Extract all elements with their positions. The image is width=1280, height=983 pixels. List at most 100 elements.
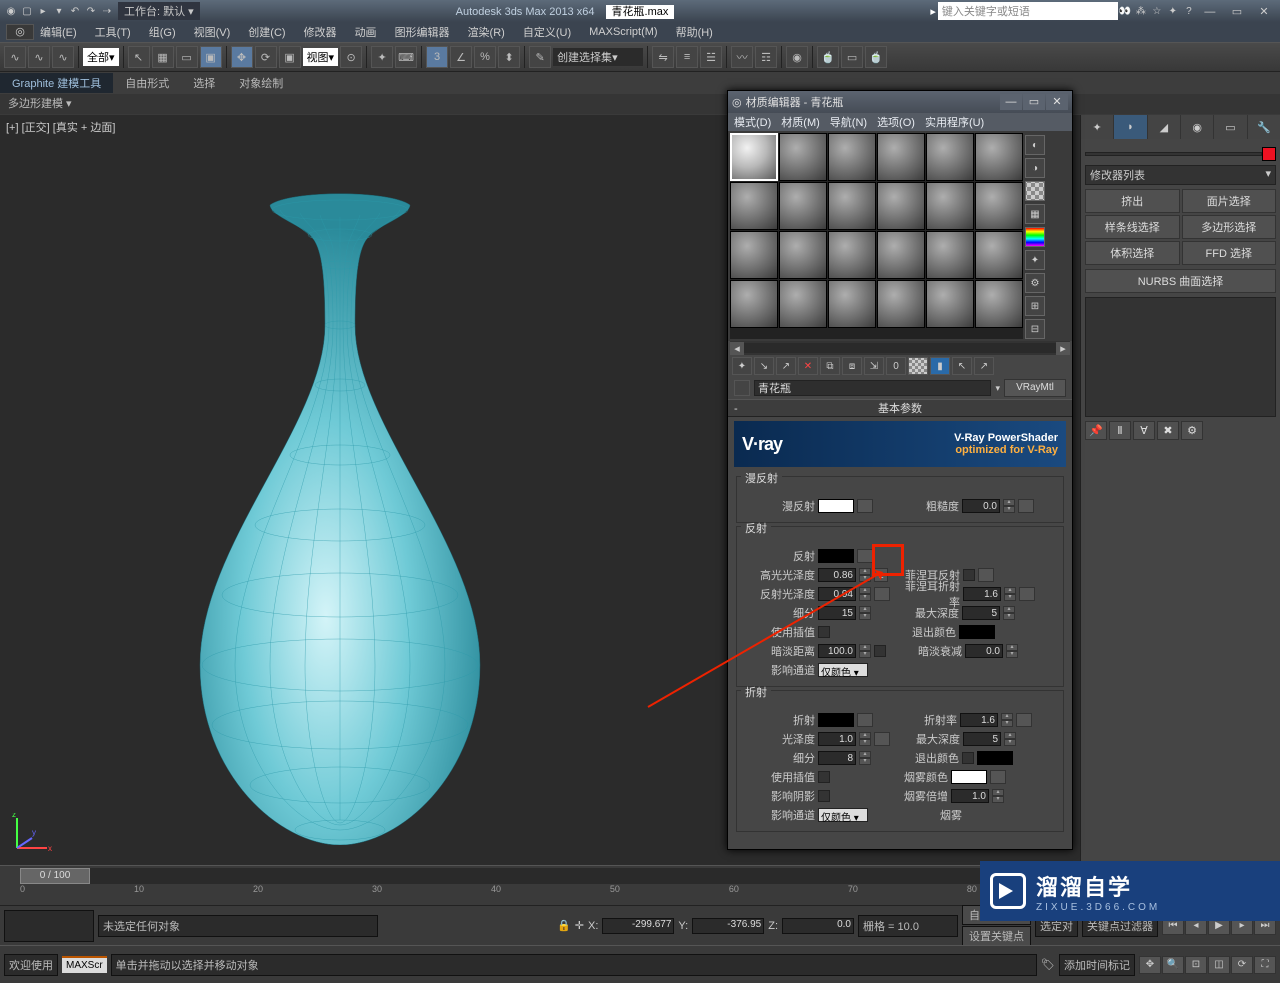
sample-type-icon[interactable]: ◐ bbox=[1025, 135, 1045, 155]
select-rect-icon[interactable]: ▭ bbox=[176, 46, 198, 68]
material-slot-5[interactable] bbox=[926, 133, 974, 181]
ribbon-subbar[interactable]: 多边形建模 ▾ bbox=[0, 94, 1280, 114]
menu-animation[interactable]: 动画 bbox=[355, 24, 377, 40]
matmap-nav-icon[interactable]: ⊟ bbox=[1025, 319, 1045, 339]
viewnav-zoomext-icon[interactable]: ⊡ bbox=[1185, 956, 1207, 974]
viewnav-fov-icon[interactable]: ◫ bbox=[1208, 956, 1230, 974]
time-slider-thumb[interactable]: 0 / 100 bbox=[20, 868, 90, 884]
render-frame-icon[interactable]: ▭ bbox=[841, 46, 863, 68]
refl-maxdepth-value[interactable]: 5 bbox=[962, 606, 1000, 620]
scale-icon[interactable]: ▣ bbox=[279, 46, 301, 68]
render-setup-icon[interactable]: 🍵 bbox=[817, 46, 839, 68]
refract-maxdepth-value[interactable]: 5 bbox=[963, 732, 1001, 746]
material-slot[interactable] bbox=[779, 182, 827, 230]
dim-dist-checkbox[interactable] bbox=[874, 645, 886, 657]
refl-subdiv-spinner[interactable]: ▴▾ bbox=[859, 606, 871, 620]
mod-btn-ffdsel[interactable]: FFD 选择 bbox=[1182, 241, 1277, 265]
menu-maxscript[interactable]: MAXScript(M) bbox=[589, 26, 657, 38]
align-icon[interactable]: ≡ bbox=[676, 46, 698, 68]
material-slot[interactable] bbox=[730, 231, 778, 279]
lock-icon[interactable]: 🔒 bbox=[557, 919, 571, 932]
refract-subdiv-spinner[interactable]: ▴▾ bbox=[859, 751, 871, 765]
material-slot-2[interactable] bbox=[779, 133, 827, 181]
add-time-tag[interactable]: 添加时间标记 bbox=[1059, 954, 1135, 976]
select-name-icon[interactable]: ▦ bbox=[152, 46, 174, 68]
material-slot[interactable] bbox=[975, 280, 1023, 328]
refract-map-button[interactable] bbox=[857, 713, 873, 727]
refl-subdiv-value[interactable]: 15 bbox=[818, 606, 856, 620]
refract-ior-value[interactable]: 1.6 bbox=[960, 713, 998, 727]
select-icon[interactable]: ↖ bbox=[128, 46, 150, 68]
material-slot-6[interactable] bbox=[975, 133, 1023, 181]
schematic-icon[interactable]: ☶ bbox=[755, 46, 777, 68]
help-d-icon[interactable]: ? bbox=[1182, 4, 1196, 18]
tab-motion-icon[interactable]: ◉ bbox=[1181, 115, 1213, 139]
dim-fall-spinner[interactable]: ▴▾ bbox=[1006, 644, 1018, 658]
fresnel-ior-value[interactable]: 1.6 bbox=[963, 587, 1001, 601]
mod-btn-splinesel[interactable]: 样条线选择 bbox=[1085, 215, 1180, 239]
link-icon[interactable]: ⇢ bbox=[100, 4, 114, 18]
matmenu-nav[interactable]: 导航(N) bbox=[830, 114, 867, 130]
diffuse-color-swatch[interactable] bbox=[818, 499, 854, 513]
modifier-stack[interactable] bbox=[1085, 297, 1276, 417]
stack-config-icon[interactable]: ⚙ bbox=[1181, 421, 1203, 440]
tab-modify-icon[interactable]: ◗ bbox=[1114, 115, 1146, 139]
matmenu-options[interactable]: 选项(O) bbox=[877, 114, 915, 130]
maximize-button[interactable]: ▭ bbox=[1225, 5, 1249, 18]
mod-btn-volsel[interactable]: 体积选择 bbox=[1085, 241, 1180, 265]
workspace-selector[interactable]: 工作台: 默认 ▾ bbox=[118, 2, 200, 20]
window-crossing-icon[interactable]: ▣ bbox=[200, 46, 222, 68]
set-key-button[interactable]: 设置关键点 bbox=[962, 926, 1031, 946]
refl-interp-checkbox[interactable] bbox=[818, 626, 830, 638]
help-c-icon[interactable]: ✦ bbox=[1166, 4, 1180, 18]
pick-material-icon[interactable] bbox=[734, 380, 750, 396]
material-slot[interactable] bbox=[877, 280, 925, 328]
put-to-scene-icon[interactable]: ↘ bbox=[754, 357, 774, 375]
matwin-close[interactable]: ✕ bbox=[1046, 94, 1068, 110]
fresnel-checkbox[interactable] bbox=[963, 569, 975, 581]
render-icon[interactable]: 🍵 bbox=[865, 46, 887, 68]
refl-gloss-spinner[interactable]: ▴▾ bbox=[859, 587, 871, 601]
refract-gloss-map-button[interactable] bbox=[874, 732, 890, 746]
roughness-value[interactable]: 0.0 bbox=[962, 499, 1000, 513]
options-icon[interactable]: ⚙ bbox=[1025, 273, 1045, 293]
move-icon[interactable]: ✥ bbox=[231, 46, 253, 68]
matwin-maximize[interactable]: ▭ bbox=[1023, 94, 1045, 110]
ribbon-tab-freeform[interactable]: 自由形式 bbox=[113, 73, 181, 93]
fog-mult-spinner[interactable]: ▴▾ bbox=[992, 789, 1004, 803]
matwin-minimize[interactable]: — bbox=[1000, 94, 1022, 110]
material-type-button[interactable]: VRayMtl bbox=[1004, 379, 1066, 397]
object-color-swatch[interactable] bbox=[1262, 147, 1276, 161]
affect-shadow-checkbox[interactable] bbox=[818, 790, 830, 802]
curve-editor-icon[interactable]: 〰 bbox=[731, 46, 753, 68]
help-b-icon[interactable]: ☆ bbox=[1150, 4, 1164, 18]
mod-btn-polysel[interactable]: 多边形选择 bbox=[1182, 215, 1277, 239]
tab-utility-icon[interactable]: 🔧 bbox=[1248, 115, 1280, 139]
refract-affect-dropdown[interactable]: 仅颜色 ▾ bbox=[818, 808, 868, 822]
dim-dist-value[interactable]: 100.0 bbox=[818, 644, 856, 658]
mod-btn-nurbs[interactable]: NURBS 曲面选择 bbox=[1085, 269, 1276, 293]
fresnel-ior-map-button[interactable] bbox=[1019, 587, 1035, 601]
undo-icon[interactable]: ↶ bbox=[68, 4, 82, 18]
material-slot[interactable] bbox=[926, 231, 974, 279]
mod-btn-patchsel[interactable]: 面片选择 bbox=[1182, 189, 1277, 213]
viewnav-pan-icon[interactable]: ✥ bbox=[1139, 956, 1161, 974]
get-material-icon[interactable]: ✦ bbox=[732, 357, 752, 375]
refract-exit-checkbox[interactable] bbox=[962, 752, 974, 764]
stack-unique-icon[interactable]: ∀ bbox=[1133, 421, 1155, 440]
percent-snap-icon[interactable]: % bbox=[474, 46, 496, 68]
mod-btn-extrude[interactable]: 挤出 bbox=[1085, 189, 1180, 213]
backlight-icon[interactable]: ◑ bbox=[1025, 158, 1045, 178]
material-slot[interactable] bbox=[975, 182, 1023, 230]
show-map-icon[interactable] bbox=[908, 357, 928, 375]
material-slot[interactable] bbox=[975, 231, 1023, 279]
roughness-map-button[interactable] bbox=[1018, 499, 1034, 513]
refl-exit-swatch[interactable] bbox=[959, 625, 995, 639]
tab-hierarchy-icon[interactable]: ◢ bbox=[1148, 115, 1180, 139]
menu-view[interactable]: 视图(V) bbox=[194, 24, 231, 40]
material-editor-icon[interactable]: ◉ bbox=[786, 46, 808, 68]
refract-color-swatch[interactable] bbox=[818, 713, 854, 727]
help-a-icon[interactable]: ⁂ bbox=[1134, 4, 1148, 18]
video-icon[interactable]: ✦ bbox=[1025, 250, 1045, 270]
snap-toggle-icon[interactable]: 3 bbox=[426, 46, 448, 68]
